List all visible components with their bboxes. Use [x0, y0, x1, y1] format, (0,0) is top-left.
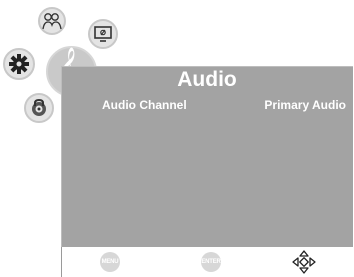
navigation-pad[interactable]	[292, 250, 316, 274]
enter-button-label: ENTER	[201, 259, 221, 265]
menu-button[interactable]: MENU	[100, 252, 120, 272]
audio-channel-label[interactable]: Audio Channel	[102, 98, 187, 112]
lock-icon	[32, 98, 46, 116]
people-category-button[interactable]	[38, 7, 66, 35]
display-category-button[interactable]	[88, 19, 118, 49]
panel-title: Audio	[177, 68, 237, 91]
audio-channel-value[interactable]: Primary Audio	[264, 98, 346, 112]
parental-category-button[interactable]	[24, 93, 54, 123]
menu-button-label: MENU	[101, 259, 119, 265]
settings-category-button[interactable]	[3, 48, 35, 80]
enter-button[interactable]: ENTER	[201, 252, 221, 272]
gear-icon	[9, 54, 29, 74]
direction-arrows-icon	[292, 250, 316, 274]
monitor-icon	[94, 26, 112, 42]
audio-settings-panel: Audio Audio Channel Primary Audio	[61, 66, 353, 247]
people-icon	[42, 13, 62, 30]
footer-bar: MENU ENTER	[61, 247, 354, 277]
